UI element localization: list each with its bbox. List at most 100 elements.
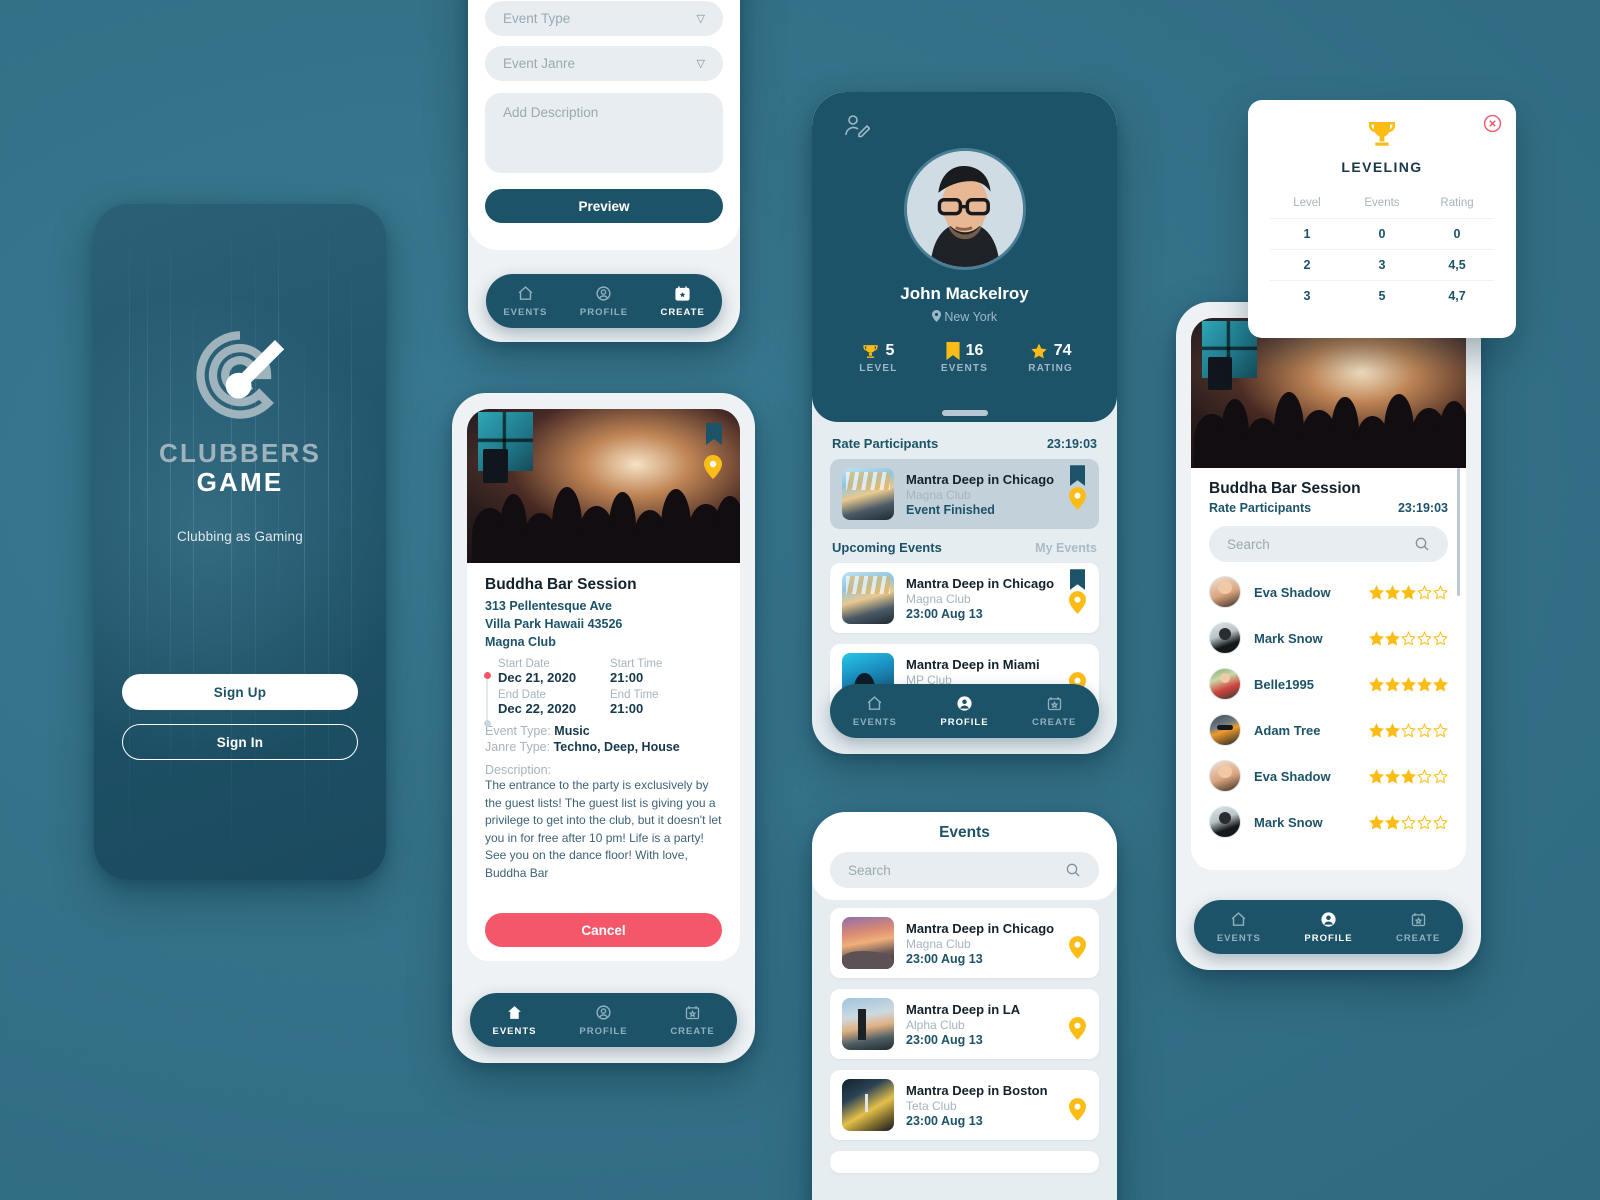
star-icon[interactable] (1385, 584, 1400, 600)
finished-event-row[interactable]: Mantra Deep in Chicago Magna Club Event … (830, 459, 1099, 529)
bookmark-icon[interactable] (706, 423, 722, 445)
preview-button[interactable]: Preview (485, 189, 723, 223)
cancel-button[interactable]: Cancel (485, 913, 722, 947)
star-icon (1031, 343, 1047, 359)
edit-profile-icon[interactable] (844, 114, 870, 138)
star-icon[interactable] (1417, 768, 1432, 784)
star-icon[interactable] (1385, 768, 1400, 784)
star-rating[interactable] (1369, 722, 1448, 738)
star-icon[interactable] (1417, 676, 1432, 692)
nav-item-events[interactable]: EVENTS (486, 285, 564, 318)
nav-label-events: EVENTS (503, 306, 548, 318)
nav-item-create[interactable]: CREATE (1374, 911, 1463, 944)
star-icon[interactable] (1433, 630, 1448, 646)
star-icon[interactable] (1401, 630, 1416, 646)
search-input[interactable]: Search (830, 852, 1099, 888)
participant-row[interactable]: Adam Tree (1209, 714, 1448, 746)
location-pin-icon[interactable] (1069, 1017, 1086, 1040)
star-icon[interactable] (1385, 630, 1400, 646)
nav-item-profile[interactable]: PROFILE (1284, 911, 1373, 944)
sheet-grabber[interactable] (941, 410, 988, 416)
star-rating[interactable] (1369, 676, 1448, 692)
nav-item-events[interactable]: EVENTS (830, 695, 919, 728)
star-rating[interactable] (1369, 814, 1448, 830)
star-icon[interactable] (1369, 676, 1384, 692)
star-icon[interactable] (1369, 768, 1384, 784)
search-input[interactable]: Search (1209, 526, 1448, 562)
search-icon[interactable] (1065, 862, 1081, 878)
event-thumbnail (842, 998, 894, 1050)
star-icon[interactable] (1417, 584, 1432, 600)
participant-row[interactable]: Mark Snow (1209, 806, 1448, 838)
nav-item-events[interactable]: EVENTS (1194, 911, 1283, 944)
star-icon[interactable] (1401, 584, 1416, 600)
description-placeholder: Add Description (503, 105, 599, 120)
nav-item-create[interactable]: CREATE (648, 1004, 736, 1037)
nav-item-create[interactable]: CREATE (1010, 695, 1099, 728)
close-icon[interactable] (1483, 114, 1502, 133)
location-pin-icon[interactable] (704, 455, 722, 479)
star-icon[interactable] (1369, 814, 1384, 830)
sign-in-button[interactable]: Sign In (122, 724, 358, 760)
bookmark-icon[interactable] (1070, 569, 1085, 590)
participant-row[interactable]: Eva Shadow (1209, 576, 1448, 608)
list-item[interactable]: Mantra Deep in Boston Teta Club 23:00 Au… (830, 1070, 1099, 1140)
star-icon[interactable] (1385, 676, 1400, 692)
location-pin-icon[interactable] (1069, 936, 1086, 959)
star-icon[interactable] (1401, 676, 1416, 692)
scrollbar[interactable] (1457, 468, 1460, 596)
location-pin-icon[interactable] (1069, 591, 1086, 614)
list-item-partial[interactable] (830, 1151, 1099, 1173)
star-icon[interactable] (1417, 814, 1432, 830)
event-type-select[interactable]: Event Type ▽ (485, 1, 723, 36)
nav-label-profile: PROFILE (940, 716, 989, 728)
participant-row[interactable]: Belle1995 (1209, 668, 1448, 700)
nav-item-events[interactable]: EVENTS (470, 1004, 558, 1037)
star-icon[interactable] (1369, 584, 1384, 600)
my-events-link[interactable]: My Events (1035, 541, 1097, 555)
nav-item-profile[interactable]: PROFILE (565, 285, 643, 318)
star-icon[interactable] (1433, 722, 1448, 738)
description-textarea[interactable]: Add Description (485, 93, 723, 173)
stat-level[interactable]: 5 LEVEL (836, 342, 921, 374)
star-icon[interactable] (1433, 814, 1448, 830)
star-icon[interactable] (1401, 722, 1416, 738)
location-pin-icon[interactable] (1069, 487, 1086, 510)
star-icon[interactable] (1369, 722, 1384, 738)
events-header: Events Search (812, 812, 1117, 900)
list-item[interactable]: Mantra Deep in LA Alpha Club 23:00 Aug 1… (830, 989, 1099, 1059)
nav-item-create[interactable]: CREATE (644, 285, 722, 318)
star-rating[interactable] (1369, 584, 1448, 600)
location-pin-icon[interactable] (1069, 1098, 1086, 1121)
list-item[interactable]: Mantra Deep in Chicago Magna Club 23:00 … (830, 563, 1099, 633)
sign-up-button[interactable]: Sign Up (122, 674, 358, 710)
star-icon[interactable] (1417, 722, 1432, 738)
event-genre-select[interactable]: Event Janre ▽ (485, 46, 723, 81)
brand-line-1: CLUBBERS (158, 438, 322, 468)
rate-timer: 23:19:03 (1397, 501, 1448, 515)
star-icon[interactable] (1385, 814, 1400, 830)
star-rating[interactable] (1369, 630, 1448, 646)
star-icon[interactable] (1401, 814, 1416, 830)
participant-row[interactable]: Mark Snow (1209, 622, 1448, 654)
stat-events[interactable]: 16 EVENTS (922, 342, 1007, 374)
star-icon[interactable] (1369, 630, 1384, 646)
star-rating[interactable] (1369, 768, 1448, 784)
nav-item-profile[interactable]: PROFILE (559, 1004, 647, 1037)
star-icon[interactable] (1417, 630, 1432, 646)
star-icon[interactable] (1433, 768, 1448, 784)
nav-item-profile[interactable]: PROFILE (920, 695, 1009, 728)
participant-row[interactable]: Eva Shadow (1209, 760, 1448, 792)
star-icon[interactable] (1401, 768, 1416, 784)
create-event-screen: Event Type ▽ Event Janre ▽ Add Descripti… (468, 0, 740, 342)
list-item[interactable]: Mantra Deep in Chicago Magna Club 23:00 … (830, 908, 1099, 978)
bookmark-icon[interactable] (1070, 465, 1085, 486)
star-icon[interactable] (1385, 722, 1400, 738)
event-detail-screen: Buddha Bar Session 313 Pellentesque Ave … (452, 393, 755, 1063)
star-icon[interactable] (1433, 676, 1448, 692)
start-time-value: 21:00 (610, 670, 644, 686)
star-icon[interactable] (1433, 584, 1448, 600)
stat-rating[interactable]: 74 RATING (1008, 342, 1093, 374)
cell-level: 2 (1270, 249, 1344, 281)
search-icon[interactable] (1414, 536, 1430, 552)
